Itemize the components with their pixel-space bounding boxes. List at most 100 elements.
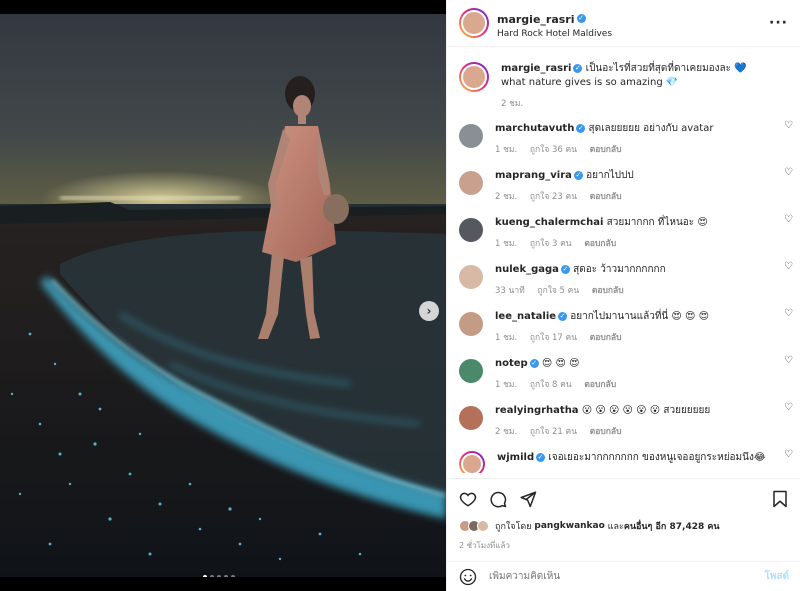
instagram-post-window: › margie_rasri ✓ Hard Rock Hotel Maldives…: [0, 0, 800, 591]
heart-icon[interactable]: ♡: [784, 402, 793, 413]
liker-avatars[interactable]: [459, 520, 489, 532]
comment-text: เจอเยอะมากกกกกกก ของหนูเจออยูกระหย่อมนึง…: [548, 452, 766, 463]
post-caption: margie_rasri ✓ เป็นอะไรที่สวยที่สุดที่ดาเ…: [447, 48, 800, 110]
commenter-avatar[interactable]: [459, 359, 483, 383]
verified-icon: ✓: [573, 170, 583, 180]
comment-text: สวยมากกก ที่ไหนอะ 😍: [606, 217, 708, 228]
likes-summary: ถูกใจโดย pangkwankao และ คนอื่นๆ อีก 87,4…: [459, 519, 789, 533]
more-icon[interactable]: ···: [769, 15, 788, 31]
liked-by-middle: และ: [607, 522, 624, 532]
comment-likes[interactable]: ถูกใจ 5 คน: [537, 286, 579, 296]
commenter-avatar[interactable]: [459, 406, 483, 430]
post-location[interactable]: Hard Rock Hotel Maldives: [497, 29, 769, 39]
comment-input[interactable]: [489, 571, 765, 582]
comment-time: 2 ชม.: [495, 427, 518, 437]
heart-icon[interactable]: ♡: [784, 214, 793, 225]
comment-username[interactable]: realyingrhatha: [495, 405, 579, 416]
post-sidebar: margie_rasri ✓ Hard Rock Hotel Maldives ·…: [446, 0, 800, 591]
post-actions: ถูกใจโดย pangkwankao และ คนอื่นๆ อีก 87,4…: [447, 478, 800, 552]
liked-by-others[interactable]: คนอื่นๆ อีก 87,428 คน: [624, 519, 720, 533]
commenter-avatar[interactable]: [459, 265, 483, 289]
comment-likes[interactable]: ถูกใจ 21 คน: [530, 427, 577, 437]
comment-username[interactable]: nulek_gaga: [495, 264, 559, 275]
verified-icon: ✓: [576, 13, 586, 23]
beach-night-photo: [0, 14, 446, 577]
verified-icon: ✓: [529, 358, 539, 368]
verified-icon: ✓: [560, 264, 570, 274]
reply-button[interactable]: ตอบกลับ: [590, 427, 622, 437]
comment-item: marchutavuth ✓ สุดเลยยยยย อย่างกับ avatar…: [447, 110, 800, 157]
post-comment-button[interactable]: โพสต์: [764, 569, 789, 584]
post-header: margie_rasri ✓ Hard Rock Hotel Maldives ·…: [447, 0, 800, 47]
caption-time: 2 ชม.: [501, 99, 524, 109]
comment-time: 1 ชม.: [495, 145, 518, 155]
heart-icon[interactable]: ♡: [784, 167, 793, 178]
comment-text: สุดอะ ว้าวมากกกกกก: [573, 264, 666, 275]
comment-time: 1 ชม.: [495, 239, 518, 249]
comment-text: 😍 😍 😍: [541, 358, 580, 369]
emoji-icon[interactable]: [459, 568, 477, 586]
bookmark-icon[interactable]: [771, 490, 789, 508]
share-icon[interactable]: [519, 490, 537, 508]
comment-text: อยากไปมานานแล้วที่นี่ 😍 😍 😍: [570, 311, 710, 322]
comment-item: lee_natalie ✓ อยากไปมานานแล้วที่นี่ 😍 😍 😍…: [447, 298, 800, 345]
heart-icon[interactable]: ♡: [784, 120, 793, 131]
comment-item: realyingrhatha 😮 😮 😮 😮 😮 😮 สวยยยยยย 2 ชม…: [447, 392, 800, 439]
verified-icon: ✓: [536, 452, 546, 462]
heart-icon[interactable]: ♡: [784, 261, 793, 272]
comment-likes[interactable]: ถูกใจ 23 คน: [530, 192, 577, 202]
comment-text: สุดเลยยยยย อย่างกับ avatar: [588, 123, 714, 134]
comment-item: wjmild ✓ เจอเยอะมากกกกกกก ของหนูเจออยูกระ…: [447, 439, 800, 473]
liked-by-prefix: ถูกใจโดย: [495, 522, 532, 532]
reply-button[interactable]: ตอบกลับ: [592, 286, 624, 296]
reply-button[interactable]: ตอบกลับ: [590, 192, 622, 202]
author-info: margie_rasri ✓ Hard Rock Hotel Maldives: [497, 8, 769, 39]
author-avatar[interactable]: [459, 8, 489, 38]
commenter-avatar[interactable]: [459, 171, 483, 195]
commenter-avatar[interactable]: [459, 218, 483, 242]
comment-item: nulek_gaga ✓ สุดอะ ว้าวมากกกกกก 33 นาที ถ…: [447, 251, 800, 298]
comment-item: kueng_chalermchai สวยมากกก ที่ไหนอะ 😍 1 …: [447, 204, 800, 251]
heart-icon[interactable]: ♡: [784, 355, 793, 366]
reply-button[interactable]: ตอบกลับ: [590, 333, 622, 343]
commenter-avatar[interactable]: [459, 124, 483, 148]
comment-item: maprang_vira ✓ อยากไปปป 2 ชม. ถูกใจ 23 คน…: [447, 157, 800, 204]
reply-button[interactable]: ตอบกลับ: [584, 380, 616, 390]
heart-icon[interactable]: [459, 490, 477, 508]
next-photo-button[interactable]: ›: [419, 301, 439, 321]
comment-username[interactable]: wjmild: [497, 452, 534, 463]
comment-likes[interactable]: ถูกใจ 36 คน: [530, 145, 577, 155]
reply-button[interactable]: ตอบกลับ: [584, 239, 616, 249]
comment-username[interactable]: marchutavuth: [495, 123, 574, 134]
commenter-avatar[interactable]: [459, 451, 485, 473]
heart-icon[interactable]: ♡: [784, 308, 793, 319]
comment-time: 33 นาที: [495, 286, 525, 296]
chevron-right-icon: ›: [426, 304, 432, 318]
letterbox-top: [0, 0, 446, 14]
verified-icon: ✓: [576, 123, 586, 133]
comment-likes[interactable]: ถูกใจ 8 คน: [530, 380, 572, 390]
reply-button[interactable]: ตอบกลับ: [590, 145, 622, 155]
add-comment-bar: โพสต์: [447, 561, 800, 591]
liked-by-user[interactable]: pangkwankao: [534, 521, 604, 531]
commenter-avatar[interactable]: [459, 312, 483, 336]
verified-icon: ✓: [573, 63, 583, 73]
comment-likes[interactable]: ถูกใจ 3 คน: [530, 239, 572, 249]
comment-time: 1 ชม.: [495, 380, 518, 390]
heart-icon[interactable]: ♡: [784, 449, 793, 460]
comment-username[interactable]: lee_natalie: [495, 311, 556, 322]
comment-username[interactable]: kueng_chalermchai: [495, 217, 603, 228]
post-photo[interactable]: ›: [0, 14, 446, 577]
comment-text: 😮 😮 😮 😮 😮 😮 สวยยยยยย: [581, 405, 711, 416]
letterbox-bottom: [0, 577, 446, 591]
comment-likes[interactable]: ถูกใจ 17 คน: [530, 333, 577, 343]
post-time[interactable]: 2 ชั่วโมงที่แล้ว: [459, 539, 789, 552]
comment-username[interactable]: notep: [495, 358, 528, 369]
verified-icon: ✓: [558, 311, 568, 321]
author-username[interactable]: margie_rasri: [497, 13, 575, 26]
comment-icon[interactable]: [489, 490, 507, 508]
author-avatar[interactable]: [459, 62, 489, 92]
comment-username[interactable]: maprang_vira: [495, 170, 572, 181]
comment-text: อยากไปปป: [586, 170, 634, 181]
caption-username[interactable]: margie_rasri: [501, 63, 571, 74]
